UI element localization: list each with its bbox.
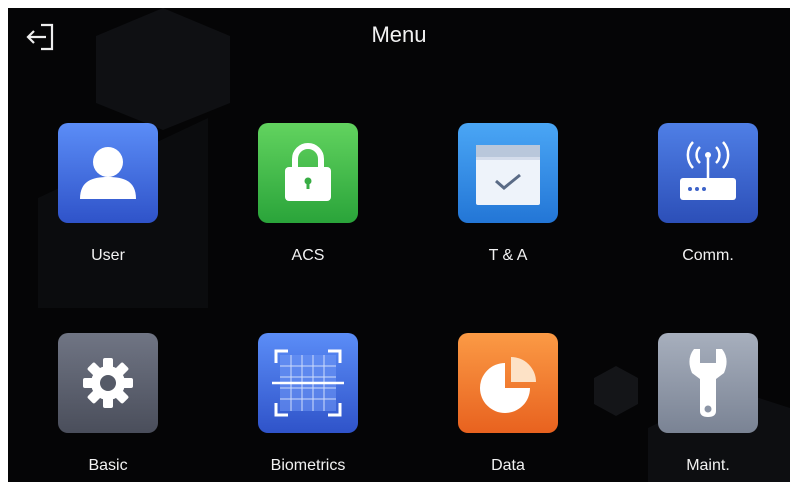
- menu-item-label: ACS: [291, 247, 325, 264]
- page-title: Menu: [371, 22, 427, 47]
- menu-item-data-icon-box: [458, 333, 558, 433]
- menu-item-acs-icon-box: [258, 123, 358, 223]
- menu-item-label: Basic: [88, 457, 128, 474]
- gear-icon: [58, 333, 158, 433]
- menu-item-user-icon-box: [58, 123, 158, 223]
- menu-item-label: Data: [491, 457, 525, 474]
- router-icon: [658, 123, 758, 223]
- menu-item-label: User: [91, 247, 125, 264]
- wrench-icon: [658, 333, 758, 433]
- device-screen: Menu User ACS T & A Comm. Basic Biometri…: [8, 8, 790, 482]
- header-bar: Menu: [8, 8, 790, 64]
- menu-item-basic-icon-box: [58, 333, 158, 433]
- menu-item-ta-icon-box: [458, 123, 558, 223]
- face-scan-icon: [258, 333, 358, 433]
- calendar-check-icon: [458, 123, 558, 223]
- menu-item-biometrics-icon-box: [258, 333, 358, 433]
- lock-icon: [258, 123, 358, 223]
- menu-item-label: Comm.: [682, 247, 734, 264]
- menu-item-label: Biometrics: [270, 457, 346, 474]
- menu-item-maint-icon-box: [658, 333, 758, 433]
- user-icon: [58, 123, 158, 223]
- menu-item-label: Maint.: [686, 457, 730, 474]
- menu-item-comm-icon-box: [658, 123, 758, 223]
- menu-item-label: T & A: [488, 247, 528, 264]
- pie-chart-icon: [458, 333, 558, 433]
